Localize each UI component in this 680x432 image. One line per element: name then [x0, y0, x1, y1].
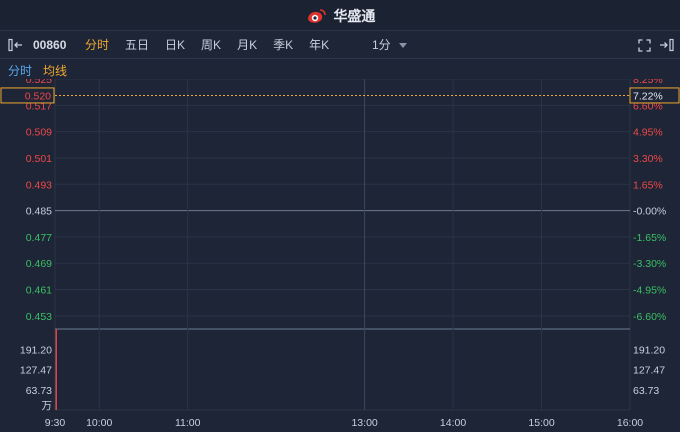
chart-legend: 分时 均线: [0, 59, 680, 79]
tab-period[interactable]: 月K: [230, 31, 264, 59]
volume-tick-label: 63.73: [26, 385, 52, 397]
price-tick-label: 0.453: [26, 311, 52, 323]
price-tick-label: 0.461: [26, 285, 52, 297]
time-tick-label: 13:00: [351, 417, 377, 429]
time-tick-label: 16:00: [617, 417, 643, 429]
volume-tick-label-right: 191.20: [633, 344, 665, 356]
volume-tick-label: 191.20: [20, 344, 52, 356]
time-tick-label: 11:00: [175, 417, 201, 429]
volume-unit-label: 万: [42, 400, 53, 412]
minute-interval-label: 1分: [372, 38, 391, 52]
volume-tick-label: 127.47: [20, 365, 52, 377]
percent-tick-label: -0.00%: [633, 206, 666, 218]
volume-tick-label-right: 63.73: [633, 385, 659, 397]
time-tick-label: 9:30: [45, 417, 66, 429]
tab-period[interactable]: 年K: [302, 31, 336, 59]
time-tick-label: 10:00: [86, 417, 112, 429]
volume-bar: [55, 329, 57, 410]
time-tick-label: 15:00: [528, 417, 554, 429]
percent-tick-label: 1.65%: [633, 179, 663, 191]
intraday-chart[interactable]: 0.525 8.25% 0.517 6.60% 0.509 4.95% 0.501 3.30%…: [0, 74, 680, 432]
exit-panel-icon[interactable]: [658, 38, 674, 52]
price-tick-label: 0.525: [26, 79, 52, 86]
stock-code: 00860: [33, 38, 67, 52]
chevron-down-icon: [398, 43, 407, 49]
volume-tick-label-right: 127.47: [633, 365, 665, 377]
price-tick-label: 0.469: [26, 258, 52, 270]
brand-name: 华盛通: [333, 8, 376, 24]
tab-period[interactable]: 五日: [118, 31, 156, 59]
price-tick-label: 0.493: [26, 179, 52, 191]
percent-tick-label: 4.95%: [633, 127, 663, 139]
percent-tick-label: -6.60%: [633, 311, 666, 323]
weibo-eye-logo-icon: [307, 8, 326, 23]
tab-period[interactable]: 日K: [158, 31, 192, 59]
time-tick-label: 14:00: [440, 417, 466, 429]
price-tick-label: 0.501: [26, 153, 52, 165]
price-tick-label: 0.485: [26, 206, 52, 218]
percent-tick-label: 3.30%: [633, 153, 663, 165]
percent-tick-label: -1.65%: [633, 232, 666, 244]
percent-tick-label: -4.95%: [633, 285, 666, 297]
tab-period[interactable]: 分时: [78, 31, 116, 59]
price-tick-label: 0.477: [26, 232, 52, 244]
price-tick-label: 0.509: [26, 127, 52, 139]
brand: 华盛通: [0, 6, 680, 26]
tab-period[interactable]: 周K: [194, 31, 228, 59]
minute-interval-select[interactable]: 1分: [372, 31, 407, 59]
collapse-panel-icon[interactable]: [8, 38, 24, 52]
percent-tick-label: 8.25%: [633, 79, 663, 86]
fullscreen-icon[interactable]: [638, 39, 651, 52]
title-bar: 华盛通: [0, 0, 680, 31]
legend-line-label: 分时: [8, 64, 33, 78]
percent-tick-label: -3.30%: [633, 258, 666, 270]
chart-canvas[interactable]: 0.525 8.25%0.517 6.60%0.509 4.95%0.501 3.30%…: [0, 74, 680, 432]
current-change-label: 7.22%: [633, 90, 663, 102]
period-tabs: 分时 五日 日K 周K 月K 季K 年K: [78, 31, 338, 59]
current-price-label: 0.520: [25, 90, 51, 102]
toolbar: 00860 分时 五日 日K 周K 月K 季K 年K 1分: [0, 31, 680, 59]
tab-period[interactable]: 季K: [266, 31, 300, 59]
legend-avg-label: 均线: [43, 64, 68, 78]
